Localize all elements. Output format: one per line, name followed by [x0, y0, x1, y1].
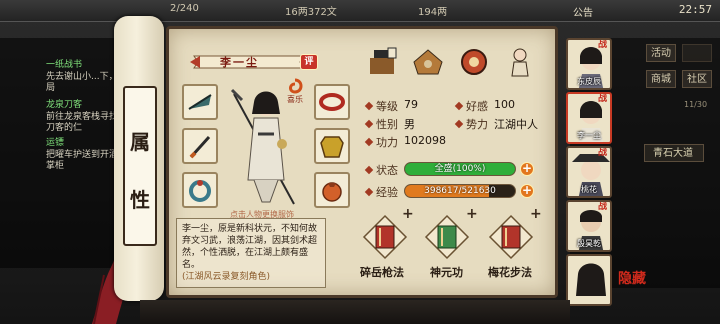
house-icon[interactable]: [412, 46, 444, 78]
tab-char-2: 性: [130, 188, 150, 212]
skill-spear-icon[interactable]: [362, 214, 408, 260]
companion-portrait[interactable]: 战 桃花: [566, 146, 612, 198]
meridian-icon[interactable]: [504, 46, 536, 78]
evaluate-badge[interactable]: 评: [300, 54, 318, 70]
battle-mark-icon: 战: [598, 40, 608, 50]
character-figure[interactable]: [224, 84, 308, 210]
favor-value: 100: [494, 98, 515, 111]
skill-name-2: 神元功: [430, 266, 463, 279]
activity-button[interactable]: 活动: [646, 44, 676, 62]
add-exp-button[interactable]: +: [520, 184, 534, 198]
character-name: 李一尘: [220, 56, 259, 69]
companion-portrait[interactable]: 战 殷昊乾: [566, 200, 612, 252]
bracelet-icon: [319, 93, 345, 111]
scroll-roller: 属 性: [114, 16, 164, 301]
faction-label: 势力: [466, 118, 488, 131]
level-label: 等级: [376, 100, 398, 113]
state-bar-text: 全盛(100%): [434, 164, 486, 174]
money-readout: 16两372文: [285, 7, 337, 18]
portrait-name: 东皮辰: [577, 77, 601, 86]
announce-button[interactable]: 公告: [573, 4, 593, 19]
equip-slot-weapon-left[interactable]: [182, 84, 218, 120]
bio-note: (江湖风云录复刻角色): [182, 272, 271, 282]
favor-label: 好感: [466, 100, 488, 113]
attribute-tab[interactable]: 属 性: [123, 86, 157, 246]
skill-step-icon[interactable]: [488, 214, 534, 260]
location-button[interactable]: 青石大道: [644, 144, 704, 162]
skill-inner-icon[interactable]: [424, 214, 470, 260]
portrait-name: 殷昊乾: [577, 239, 601, 248]
equip-slot-weapon[interactable]: [182, 128, 218, 164]
battle-mark-icon: 战: [598, 94, 608, 104]
fan-icon: [188, 94, 212, 110]
equip-slot-bracelet[interactable]: [314, 84, 350, 120]
portrait-name: 桃花: [581, 185, 597, 194]
exp-bar-text: 398617/521630: [424, 186, 496, 196]
sword-icon: [189, 135, 211, 159]
top-resource-bar: 2/240 16两372文 194两 公告 22:57: [0, 0, 720, 22]
gender-label: 性别: [376, 118, 398, 131]
task-count: 11/30: [684, 100, 708, 109]
guild-button[interactable]: 社区: [682, 70, 712, 88]
tab-char-1: 属: [130, 130, 150, 154]
state-label: 状态: [376, 164, 398, 177]
battle-mark-icon: 战: [598, 148, 608, 158]
faction-value: 江湖中人: [494, 118, 538, 131]
ingot-readout: 194两: [418, 7, 448, 18]
gender-value: 男: [404, 118, 415, 131]
companion-portrait[interactable]: [566, 254, 612, 306]
restore-state-button[interactable]: +: [520, 162, 534, 176]
stamina-readout: 2/240: [170, 3, 199, 14]
exp-label: 经验: [376, 186, 398, 199]
hide-button[interactable]: 隐藏: [618, 268, 654, 298]
level-value: 79: [404, 98, 418, 111]
state-bar: 全盛(100%): [404, 162, 516, 176]
companion-portrait-active[interactable]: 战 李一尘: [566, 92, 612, 144]
medal-icon[interactable]: [458, 46, 490, 78]
skill-name-3: 梅花步法: [488, 266, 532, 279]
portrait-image: [576, 263, 606, 296]
armor-icon: [320, 136, 344, 158]
exp-bar: 398617/521630: [404, 184, 516, 198]
bottom-toolbar: [140, 300, 570, 324]
equip-slot-pouch[interactable]: [314, 172, 350, 208]
bio-text: 李一尘，原是新科状元，不知何故弃文习武，浪荡江湖，因其剑术超然，个性洒脱，在江湖…: [182, 224, 318, 270]
power-label: 功力: [376, 136, 398, 149]
menu-button-hidden[interactable]: [682, 44, 712, 62]
equip-slot-armor[interactable]: [314, 128, 350, 164]
ring-icon: [189, 180, 211, 202]
battle-mark-icon: 战: [598, 202, 608, 212]
equip-slot-ring[interactable]: [182, 172, 218, 208]
companion-portrait[interactable]: 战 东皮辰: [566, 38, 612, 90]
clock: 22:57: [678, 3, 712, 16]
shop-button[interactable]: 商城: [646, 70, 676, 88]
power-value: 102098: [404, 134, 446, 147]
pouch-icon: [322, 182, 342, 202]
gift-icon[interactable]: [366, 46, 398, 78]
portrait-name: 李一尘: [577, 131, 601, 140]
character-bio: 李一尘，原是新科状元，不知何故弃文习武，浪荡江湖，因其剑术超然，个性洒脱，在江湖…: [176, 218, 326, 288]
skill-name-1: 碎岳枪法: [360, 266, 404, 279]
